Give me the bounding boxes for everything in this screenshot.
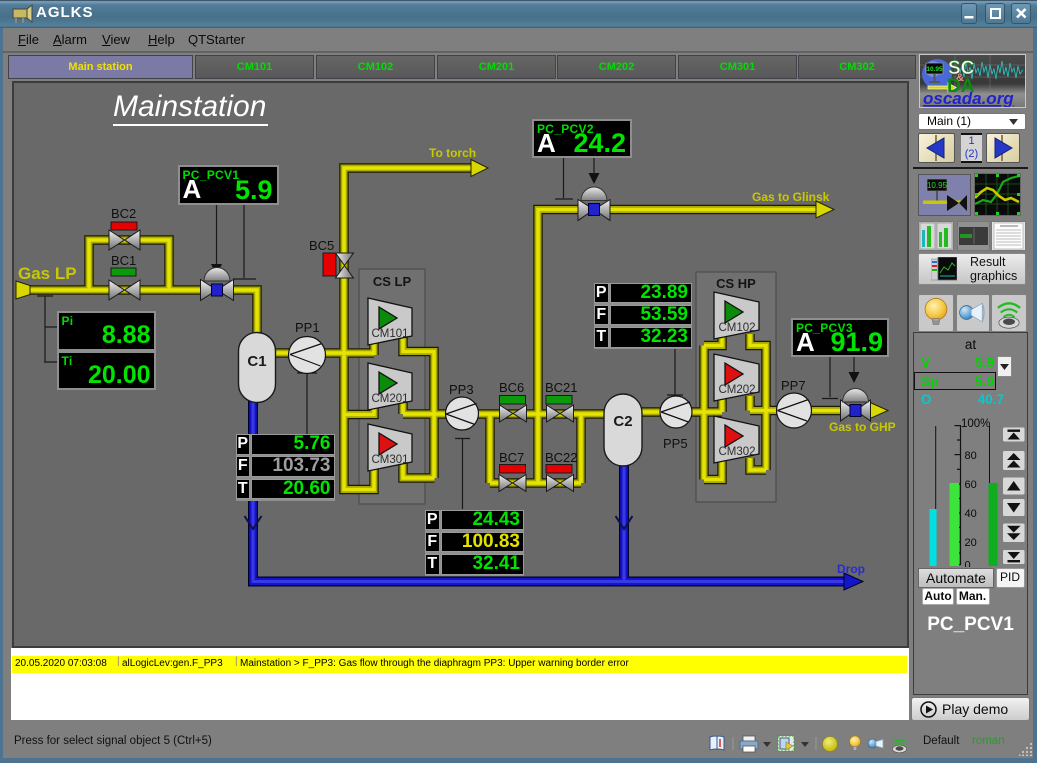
svg-text:BC1: BC1 xyxy=(111,253,136,268)
svg-text:PP7: PP7 xyxy=(781,378,806,393)
svg-text:CS HP: CS HP xyxy=(716,276,756,291)
svg-text:C2: C2 xyxy=(613,413,632,430)
svg-text:CM102: CM102 xyxy=(718,322,755,334)
svg-text:BC7: BC7 xyxy=(499,450,524,465)
svg-text:CM101: CM101 xyxy=(371,328,408,340)
svg-text:Gas LP: Gas LP xyxy=(18,264,77,283)
svg-text:10.95: 10.95 xyxy=(927,181,948,190)
svg-text:10.95: 10.95 xyxy=(926,66,943,73)
svg-text:CM202: CM202 xyxy=(718,384,755,396)
svg-text:20: 20 xyxy=(965,537,977,549)
svg-text:To torch: To torch xyxy=(429,146,476,160)
svg-text:60: 60 xyxy=(965,479,977,491)
svg-text:CM301: CM301 xyxy=(371,454,408,466)
svg-text:CM302: CM302 xyxy=(718,446,755,458)
svg-text:BC6: BC6 xyxy=(499,380,524,395)
svg-text:oscada.org: oscada.org xyxy=(923,89,1014,107)
svg-text:PP1: PP1 xyxy=(295,320,320,335)
svg-text:PP3: PP3 xyxy=(449,382,474,397)
svg-text:Gas to Glinsk: Gas to Glinsk xyxy=(752,190,830,204)
svg-text:40: 40 xyxy=(965,508,977,520)
svg-text:Gas to GHP: Gas to GHP xyxy=(829,420,896,434)
svg-text:BC21: BC21 xyxy=(545,380,578,395)
svg-text:100%: 100% xyxy=(961,418,990,430)
svg-text:0: 0 xyxy=(965,560,971,568)
svg-text:PP5: PP5 xyxy=(663,436,688,451)
svg-text:BC22: BC22 xyxy=(545,450,578,465)
svg-text:80: 80 xyxy=(965,450,977,462)
svg-text:BC2: BC2 xyxy=(111,206,136,221)
svg-text:CM201: CM201 xyxy=(371,393,408,405)
svg-text:C1: C1 xyxy=(247,353,266,370)
svg-text:CS LP: CS LP xyxy=(373,274,412,289)
svg-text:BC5: BC5 xyxy=(309,238,334,253)
svg-text:Drop: Drop xyxy=(837,562,865,576)
